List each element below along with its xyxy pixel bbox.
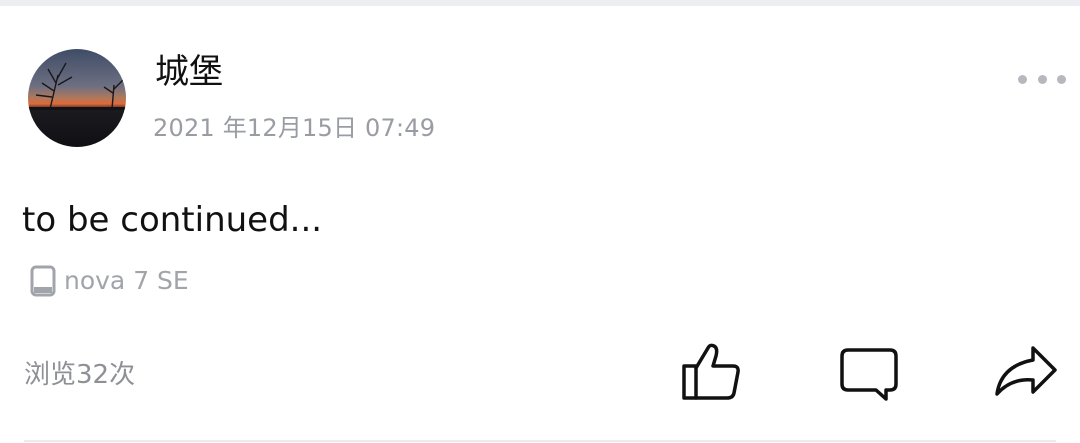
- share-button[interactable]: [993, 338, 1059, 404]
- more-dot-icon: [1057, 74, 1066, 84]
- view-count: 浏览32次: [24, 360, 136, 390]
- more-dot-icon: [1037, 74, 1047, 84]
- more-dot-icon: [1018, 74, 1027, 84]
- more-options-button[interactable]: [1018, 66, 1066, 92]
- avatar[interactable]: [28, 49, 126, 147]
- post-timestamp: 2021 年12月15日 07:49: [153, 114, 436, 142]
- author-name[interactable]: 城堡: [155, 52, 223, 92]
- device-info: nova 7 SE: [30, 264, 189, 298]
- thumbs-up-icon: [682, 343, 740, 400]
- phone-icon: [30, 265, 56, 297]
- like-button[interactable]: [679, 338, 745, 404]
- top-separator: [0, 0, 1080, 6]
- bottom-divider: [24, 440, 1056, 442]
- comment-icon: [840, 348, 898, 401]
- share-icon: [995, 346, 1057, 396]
- device-name: nova 7 SE: [64, 266, 189, 295]
- post-body: to be continued...: [22, 200, 323, 240]
- comment-button[interactable]: [836, 338, 902, 404]
